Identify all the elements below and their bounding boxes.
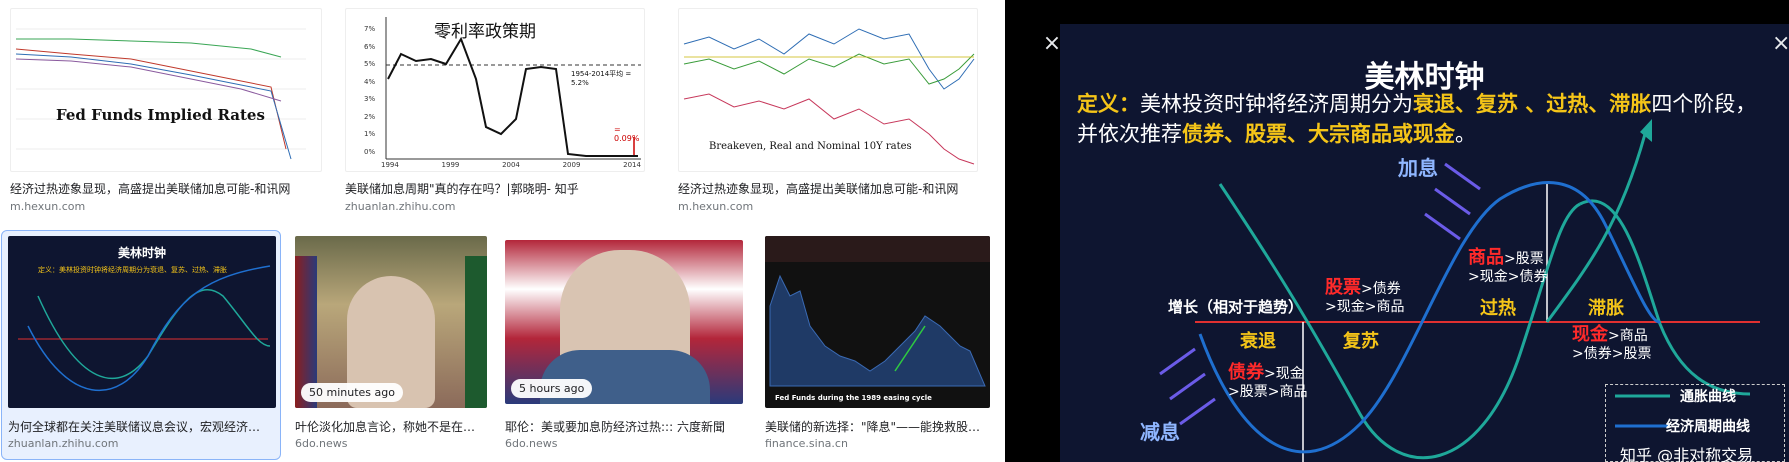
asset-rank: >现金	[1264, 366, 1304, 382]
low-note: = 0.09%	[614, 125, 640, 143]
stock-ranking: 股票>债券 >现金>商品	[1325, 279, 1404, 316]
result-source: m.hexun.com	[678, 200, 754, 213]
terminal-header	[765, 236, 990, 262]
result-caption[interactable]: 经济过热迹象显现，高盛提出美联储加息可能-和讯网	[10, 180, 320, 197]
result-card-1[interactable]: Fed Funds Implied Rates 经济过热迹象显现，高盛提出美联储…	[10, 8, 322, 213]
commodity-ranking: 商品>股票 >现金>债券	[1468, 249, 1547, 286]
asset-rank: >现金>债券	[1468, 269, 1548, 285]
result-thumb-7[interactable]: Fed Funds during the 1989 easing cycle	[765, 236, 990, 408]
result-thumb-6[interactable]: 5 hours ago	[505, 240, 743, 404]
close-icon-secondary[interactable]: ×	[1772, 32, 1789, 56]
time-badge: 50 minutes ago	[301, 383, 403, 402]
result-thumb-5[interactable]: 50 minutes ago	[295, 236, 487, 408]
top-asset: 股票	[1325, 277, 1361, 298]
result-thumb-2[interactable]: 零利率政策期 1954-2014平均 = 5.2% = 0.09% 7% 6% 5…	[345, 8, 645, 172]
bond-ranking: 债券>现金 >股票>商品	[1228, 364, 1307, 401]
result-caption[interactable]: 为何全球都在关注美联储议息会议，宏观经济…	[8, 418, 266, 435]
phase-stagflation: 滞胀	[1588, 298, 1624, 319]
legend-inflation-label: 通胀曲线	[1680, 389, 1736, 405]
legend-cycle-label: 经济周期曲线	[1666, 419, 1750, 435]
watermark: 知乎 @非对称交易	[1620, 446, 1754, 462]
y-tick: 6%	[364, 42, 376, 51]
close-icon[interactable]: ×	[1040, 32, 1064, 56]
cut-label: 减息	[1140, 420, 1180, 444]
image-viewer-panel: 美林时钟 定义：美林投资时钟将经济周期分为衰退、复苏 、过热、滞胀四个阶段， 并…	[1005, 0, 1789, 462]
result-thumb-4[interactable]: 美林时钟 定义：美林投资时钟将经济周期分为衰退、复苏、过热、滞胀	[8, 236, 276, 408]
asset-rank: >债券>股票	[1572, 346, 1652, 362]
y-axis-labels: 7% 6% 5% 4% 3% 2% 1% 0%	[364, 21, 375, 161]
x-tick: 2004	[502, 161, 520, 169]
asset-rank: >股票	[1504, 251, 1544, 267]
result-source: 6do.news	[505, 437, 558, 450]
result-card-4[interactable]: 美林时钟 定义：美林投资时钟将经济周期分为衰退、复苏、过热、滞胀 为何全球都在关…	[8, 236, 276, 454]
mini-clock-chart: 定义：美林投资时钟将经济周期分为衰退、复苏、过热、滞胀	[18, 265, 271, 392]
chart-title: Fed Funds during the 1989 easing cycle	[775, 394, 932, 402]
result-caption[interactable]: 耶伦：美或要加息防经济过热::: 六度新聞	[505, 418, 743, 435]
hike-label: 加息	[1398, 156, 1438, 180]
asset-rank: >债券	[1361, 281, 1401, 297]
result-caption[interactable]: 美联储的新选择："降息"——能挽救股…	[765, 418, 990, 435]
x-axis-labels: 1994 1999 2004 2009 2014	[381, 161, 641, 169]
result-source: 6do.news	[295, 437, 348, 450]
y-tick: 3%	[364, 95, 376, 103]
phase-recovery: 复苏	[1343, 331, 1379, 352]
time-badge: 5 hours ago	[511, 379, 593, 398]
result-thumb-3[interactable]: Breakeven, Real and Nominal 10Y rates	[678, 8, 978, 172]
result-caption[interactable]: 美联储加息周期"真的存在吗？|郭晓明- 知乎	[345, 180, 645, 197]
result-card-3[interactable]: Breakeven, Real and Nominal 10Y rates 经济…	[678, 8, 988, 213]
result-caption[interactable]: 经济过热迹象显现，高盛提出美联储加息可能-和讯网	[678, 180, 978, 197]
result-card-6[interactable]: 5 hours ago 耶伦：美或要加息防经济过热::: 六度新聞 6do.ne…	[505, 236, 745, 454]
x-tick: 2009	[562, 161, 581, 169]
result-thumb-1[interactable]: Fed Funds Implied Rates	[10, 8, 322, 172]
asset-rank: >商品	[1608, 328, 1648, 344]
cash-ranking: 现金>商品 >债券>股票	[1572, 326, 1651, 363]
result-source: m.hexun.com	[10, 200, 86, 213]
top-asset: 商品	[1468, 247, 1504, 268]
asset-rank: >现金>商品	[1325, 299, 1405, 315]
phase-recession: 衰退	[1240, 331, 1276, 352]
y-tick: 4%	[364, 77, 376, 86]
x-tick: 2014	[623, 161, 641, 169]
top-asset: 现金	[1572, 324, 1608, 345]
thumb-title: 美林时钟	[117, 246, 166, 260]
result-source: zhuanlan.zhihu.com	[8, 437, 119, 450]
chart-title: 零利率政策期	[434, 22, 536, 42]
result-source: finance.sina.cn	[765, 437, 848, 450]
cut-arrows	[1159, 347, 1216, 426]
phase-overheat: 过热	[1480, 298, 1516, 319]
result-source: zhuanlan.zhihu.com	[345, 200, 456, 213]
y-tick: 7%	[364, 25, 376, 33]
result-card-5[interactable]: 50 minutes ago 叶伦淡化加息言论，称她不是在… 6do.news	[295, 236, 487, 454]
asset-rank: >股票>商品	[1228, 384, 1308, 400]
fed-funds-chart	[15, 28, 306, 160]
merrill-clock-image[interactable]: 美林时钟 定义：美林投资时钟将经济周期分为衰退、复苏 、过热、滞胀四个阶段， 并…	[1060, 24, 1789, 462]
chart-title: Fed Funds Implied Rates	[56, 106, 265, 124]
x-tick: 1999	[441, 161, 460, 169]
inflation-curve	[1218, 183, 1581, 460]
y-tick: 2%	[364, 112, 376, 121]
y-tick: 5%	[364, 60, 376, 68]
y-tick: 0%	[364, 147, 376, 156]
growth-label: 增长（相对于趋势）	[1168, 298, 1304, 316]
result-card-7[interactable]: Fed Funds during the 1989 easing cycle 美…	[765, 236, 995, 454]
svg-text:定义：美林投资时钟将经济周期分为衰退、复苏、过热、滞胀: 定义：美林投资时钟将经济周期分为衰退、复苏、过热、滞胀	[38, 265, 227, 274]
arrow-head	[1640, 119, 1652, 142]
result-caption[interactable]: 叶伦淡化加息言论，称她不是在…	[295, 418, 485, 435]
result-card-2[interactable]: 零利率政策期 1954-2014平均 = 5.2% = 0.09% 7% 6% 5…	[345, 8, 645, 213]
flag-right	[465, 256, 487, 408]
top-asset: 债券	[1228, 362, 1264, 383]
chart-title: Breakeven, Real and Nominal 10Y rates	[709, 141, 912, 152]
x-tick: 1994	[381, 161, 399, 169]
image-results-grid: Fed Funds Implied Rates 经济过热迹象显现，高盛提出美联储…	[0, 0, 1005, 462]
avg-note: 1954-2014平均 = 5.2%	[571, 70, 632, 87]
y-tick: 1%	[364, 130, 376, 138]
